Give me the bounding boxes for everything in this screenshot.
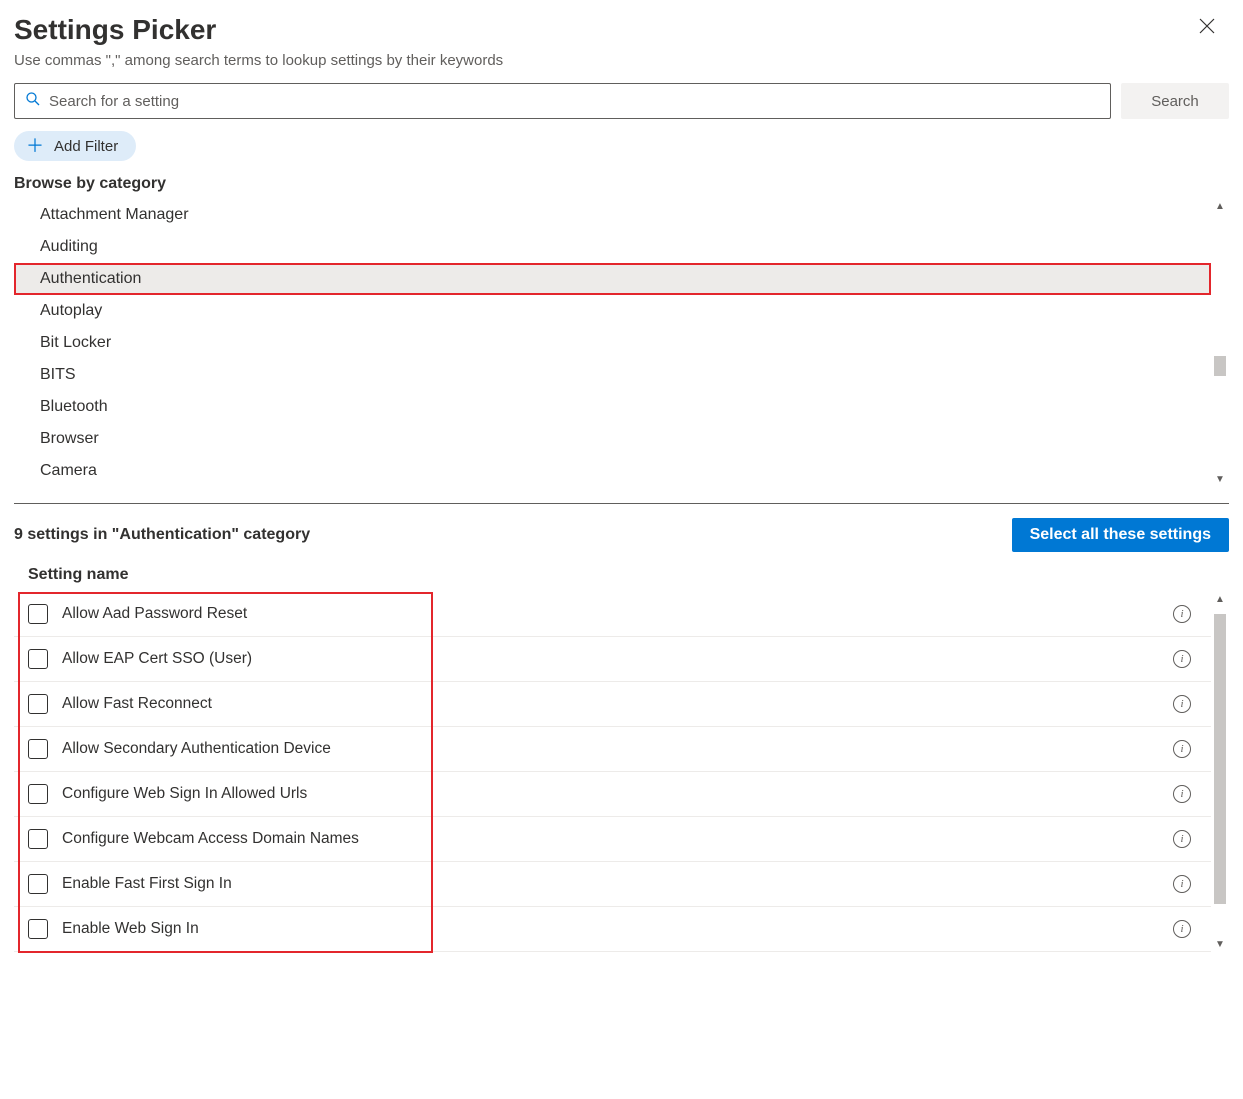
results-count: 9 settings in "Authentication" category [14, 526, 310, 544]
setting-row: Configure Web Sign In Allowed Urlsi [14, 772, 1211, 817]
page-subtitle: Use commas "," among search terms to loo… [14, 52, 1229, 69]
search-icon [25, 91, 49, 112]
setting-checkbox[interactable] [28, 649, 48, 669]
info-icon[interactable]: i [1173, 920, 1191, 938]
setting-checkbox[interactable] [28, 739, 48, 759]
page-title: Settings Picker [14, 14, 1229, 46]
plus-icon: ＋ [26, 137, 44, 155]
search-field-wrapper[interactable] [14, 83, 1111, 119]
setting-checkbox[interactable] [28, 829, 48, 849]
scroll-down-icon[interactable]: ▼ [1215, 472, 1225, 487]
scroll-up-icon[interactable]: ▲ [1215, 199, 1225, 214]
category-item[interactable]: BITS [14, 359, 1211, 391]
category-item[interactable]: Bit Locker [14, 327, 1211, 359]
info-icon[interactable]: i [1173, 875, 1191, 893]
scroll-up-icon[interactable]: ▲ [1215, 592, 1225, 607]
category-item[interactable]: Browser [14, 423, 1211, 455]
setting-label: Allow Aad Password Reset [62, 605, 1173, 623]
search-input[interactable] [49, 93, 1100, 110]
scroll-down-icon[interactable]: ▼ [1215, 937, 1225, 952]
add-filter-label: Add Filter [54, 138, 118, 155]
info-icon[interactable]: i [1173, 650, 1191, 668]
setting-row: Allow Secondary Authentication Devicei [14, 727, 1211, 772]
close-icon[interactable] [1199, 18, 1215, 38]
setting-row: Allow Aad Password Reseti [14, 592, 1211, 637]
category-item[interactable]: Camera [14, 455, 1211, 487]
divider [14, 503, 1229, 504]
setting-row: Configure Webcam Access Domain Namesi [14, 817, 1211, 862]
scroll-thumb[interactable] [1214, 356, 1226, 376]
info-icon[interactable]: i [1173, 605, 1191, 623]
category-item[interactable]: Auditing [14, 231, 1211, 263]
setting-row: Allow Fast Reconnecti [14, 682, 1211, 727]
select-all-button[interactable]: Select all these settings [1012, 518, 1229, 552]
setting-row: Allow EAP Cert SSO (User)i [14, 637, 1211, 682]
category-item[interactable]: Authentication [14, 263, 1211, 295]
info-icon[interactable]: i [1173, 695, 1191, 713]
scroll-thumb[interactable] [1214, 614, 1226, 904]
category-item[interactable]: Attachment Manager [14, 199, 1211, 231]
category-scrollbar[interactable]: ▲ ▼ [1211, 199, 1229, 487]
setting-checkbox[interactable] [28, 874, 48, 894]
settings-scrollbar[interactable]: ▲ ▼ [1211, 592, 1229, 952]
setting-checkbox[interactable] [28, 694, 48, 714]
setting-label: Allow Secondary Authentication Device [62, 740, 1173, 758]
setting-label: Allow Fast Reconnect [62, 695, 1173, 713]
setting-label: Enable Fast First Sign In [62, 875, 1173, 893]
setting-label: Enable Web Sign In [62, 920, 1173, 938]
info-icon[interactable]: i [1173, 830, 1191, 848]
add-filter-button[interactable]: ＋ Add Filter [14, 131, 136, 161]
setting-row: Enable Web Sign Ini [14, 907, 1211, 952]
setting-label: Configure Web Sign In Allowed Urls [62, 785, 1173, 803]
settings-list: Allow Aad Password ResetiAllow EAP Cert … [14, 592, 1211, 952]
category-list: Attachment ManagerAuditingAuthentication… [14, 199, 1211, 487]
setting-label: Configure Webcam Access Domain Names [62, 830, 1173, 848]
setting-row: Enable Fast First Sign Ini [14, 862, 1211, 907]
setting-checkbox[interactable] [28, 919, 48, 939]
setting-label: Allow EAP Cert SSO (User) [62, 650, 1173, 668]
category-item[interactable]: Autoplay [14, 295, 1211, 327]
info-icon[interactable]: i [1173, 740, 1191, 758]
search-button[interactable]: Search [1121, 83, 1229, 119]
browse-category-heading: Browse by category [14, 175, 1229, 193]
category-item[interactable]: Bluetooth [14, 391, 1211, 423]
setting-checkbox[interactable] [28, 784, 48, 804]
column-header-setting-name: Setting name [14, 566, 1229, 584]
setting-checkbox[interactable] [28, 604, 48, 624]
info-icon[interactable]: i [1173, 785, 1191, 803]
